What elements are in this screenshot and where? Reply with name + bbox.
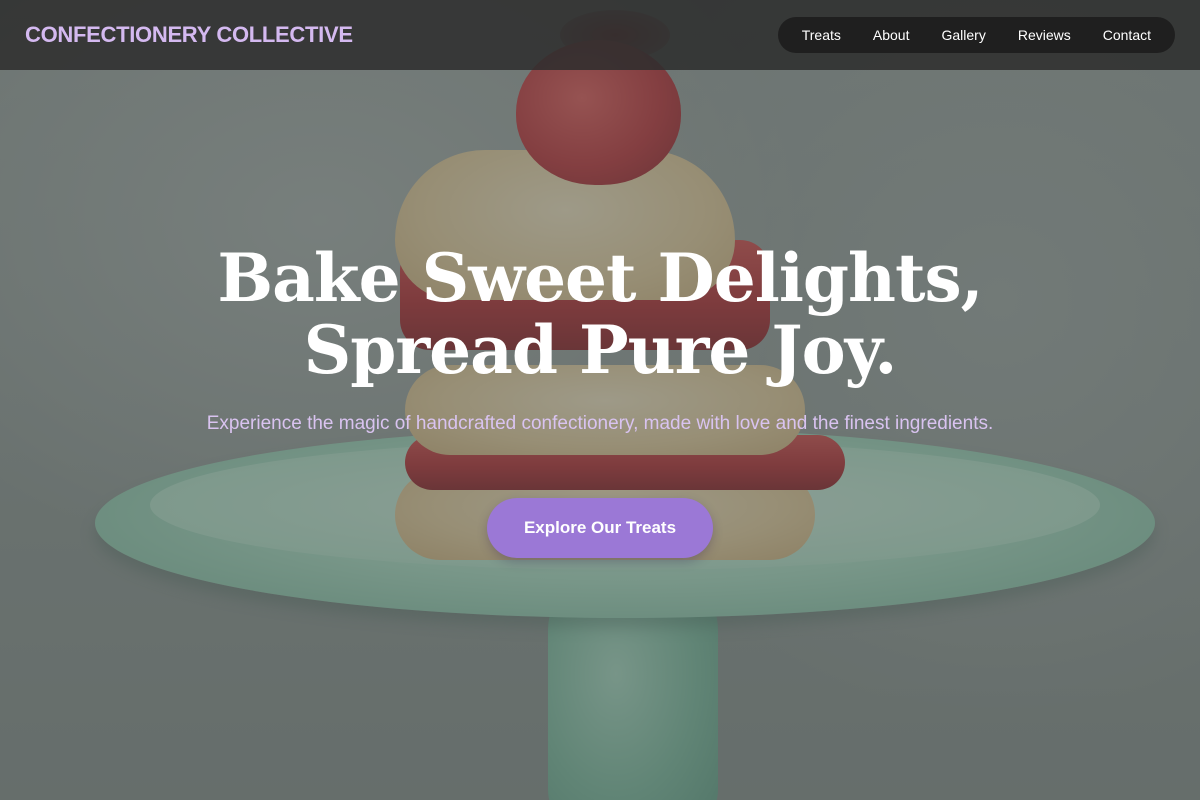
brand-logo-text[interactable]: CONFECTIONERY COLLECTIVE [25, 22, 353, 48]
nav-link-about[interactable]: About [857, 17, 926, 53]
hero-title-line-1: Bake Sweet Delights, [217, 239, 983, 317]
nav-link-gallery[interactable]: Gallery [925, 17, 1001, 53]
hero-subtitle: Experience the magic of handcrafted conf… [206, 413, 994, 434]
hero-title-line-2: Spread Pure Joy. [303, 311, 898, 389]
explore-treats-button[interactable]: Explore Our Treats [487, 498, 713, 558]
site-header: CONFECTIONERY COLLECTIVE Treats About Ga… [0, 0, 1200, 70]
hero-title: Bake Sweet Delights, Spread Pure Joy. [0, 242, 1200, 386]
hero-section: Bake Sweet Delights, Spread Pure Joy. Ex… [0, 70, 1200, 800]
nav-link-contact[interactable]: Contact [1087, 17, 1167, 53]
main-nav: Treats About Gallery Reviews Contact [777, 17, 1175, 53]
nav-link-reviews[interactable]: Reviews [1002, 17, 1087, 53]
nav-link-treats[interactable]: Treats [786, 17, 857, 53]
landing-page: CONFECTIONERY COLLECTIVE Treats About Ga… [0, 0, 1200, 800]
